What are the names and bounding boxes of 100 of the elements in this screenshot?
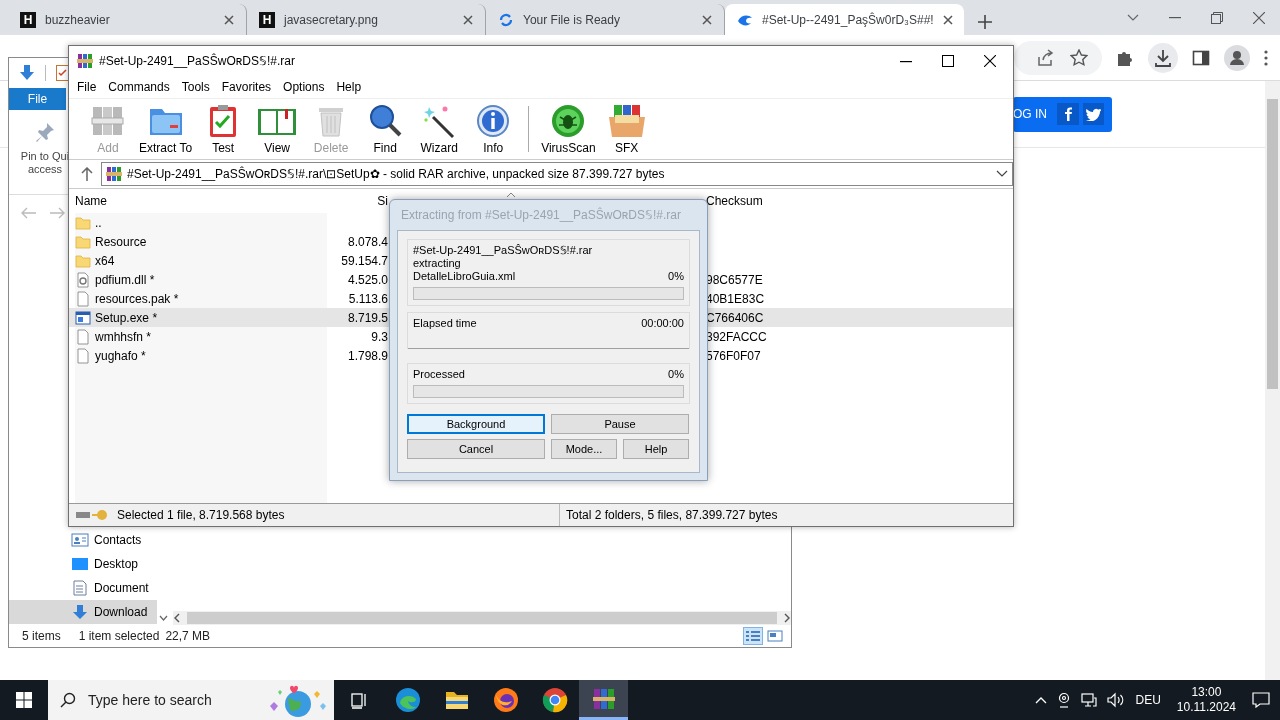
close-icon[interactable] [984, 55, 996, 67]
address-bar[interactable] [1014, 40, 1102, 75]
browser-tab[interactable]: H javasecretary.png [247, 4, 486, 35]
up-arrow-icon[interactable] [81, 167, 93, 181]
clock[interactable]: 13:00 10.11.2024 [1170, 685, 1242, 715]
toolbar-button[interactable]: Wizard [414, 103, 465, 155]
toolbar-button[interactable]: Find [360, 103, 411, 155]
pin-label[interactable]: access [27, 163, 63, 176]
percent-text: 0% [668, 270, 684, 283]
caret-left-icon[interactable] [173, 613, 181, 623]
menu-item[interactable]: Commands [102, 80, 176, 94]
table-cell-text: 8.078.4 [346, 234, 388, 249]
status-text: 22,7 MB [165, 629, 211, 643]
chevron-down-icon[interactable] [158, 615, 168, 621]
column-header[interactable]: Name [75, 194, 327, 208]
file-name[interactable]: .. [95, 215, 102, 230]
table-cell-text: 5.113.6 [347, 291, 388, 306]
table-cell-text: 98C6577E [706, 272, 764, 287]
dialog-button[interactable]: Pause [551, 414, 689, 434]
gear-file-icon [75, 271, 91, 288]
column-header[interactable]: Checksum [706, 194, 776, 208]
file-name[interactable]: x64 [95, 253, 115, 268]
notification-icon[interactable] [1252, 692, 1270, 708]
edge-icon[interactable] [394, 687, 421, 713]
scrollbar[interactable] [173, 611, 791, 625]
details-view-icon [745, 629, 761, 643]
tiles-view-icon[interactable] [767, 629, 783, 643]
contact-card-icon [71, 532, 89, 548]
nav-item[interactable]: Desktop [9, 552, 157, 576]
dialog-button[interactable]: Help [623, 439, 689, 459]
pin-label[interactable]: Pin to Qui [20, 150, 70, 163]
windows-icon[interactable] [16, 692, 32, 708]
status-text: 5 items [22, 629, 61, 643]
menu-item[interactable]: Favorites [215, 80, 278, 94]
firefox-icon[interactable] [492, 687, 519, 713]
toolbar-button[interactable]: View [252, 103, 303, 155]
file-name[interactable]: resources.pak * [95, 291, 179, 306]
network-icon[interactable] [1081, 692, 1098, 708]
browser-tab[interactable]: H buzzheavier [8, 4, 247, 35]
path-field[interactable]: #Set-Up-2491__PaSŜwOʀDS𝕊!#.rar\⊡SetUp✿ - solid RAR archive, unpacked size 87.399.727 bytes [101, 162, 1013, 186]
chevron-down-icon[interactable] [1127, 13, 1139, 22]
bird-icon[interactable] [1082, 103, 1104, 125]
letter-f-icon[interactable] [1057, 103, 1079, 125]
caret-right-icon[interactable] [783, 613, 791, 623]
column-header[interactable]: Si [327, 194, 388, 208]
menu-item[interactable]: Tools [175, 80, 216, 94]
toolbar-button[interactable]: Info [468, 103, 519, 155]
toolbar-button[interactable]: VirusScan [539, 103, 598, 155]
share-icon[interactable] [1036, 48, 1054, 67]
profile-icon[interactable] [1224, 44, 1250, 71]
file-name[interactable]: yughafo * [95, 348, 146, 363]
action-text: extracting [413, 257, 462, 270]
details-view-button[interactable] [743, 627, 763, 645]
browser-tab[interactable]: #Set-Up--2491_PaşŜw0rD₃S##! [725, 4, 964, 35]
search-field[interactable]: Type here to search [86, 691, 250, 709]
caret-up-icon[interactable] [1035, 696, 1048, 704]
dialog-button[interactable]: Background [407, 414, 545, 434]
dialog-button[interactable]: Mode... [551, 439, 617, 459]
close-icon[interactable] [942, 14, 953, 25]
nav-item[interactable]: Document [9, 576, 157, 600]
table-cell-text: 8.719.5 [346, 310, 388, 325]
download-icon[interactable] [1154, 48, 1172, 67]
nav-item[interactable]: Download [9, 600, 157, 624]
speaker-icon[interactable] [1107, 692, 1126, 708]
dialog-button[interactable]: Cancel [407, 439, 545, 459]
language-indicator[interactable]: DEU [1135, 693, 1161, 707]
file-icon [75, 328, 91, 345]
chrome-icon[interactable] [541, 687, 568, 713]
menu-icon[interactable] [1264, 49, 1268, 66]
file-name[interactable]: Resource [95, 234, 147, 249]
menu-item[interactable]: File [71, 80, 103, 94]
restore-icon[interactable] [1211, 11, 1223, 24]
menu-item[interactable]: Help [330, 80, 368, 94]
ribbon-tab[interactable]: File [9, 88, 66, 110]
menu-item[interactable]: Options [277, 80, 331, 94]
loading-icon [498, 11, 514, 28]
file-name[interactable]: Setup.exe * [95, 310, 158, 325]
star-icon[interactable] [1070, 48, 1088, 67]
search-box[interactable]: Type here to search [48, 680, 334, 720]
table-cell-text: 40B1E83C [706, 291, 766, 306]
download-arrow-icon[interactable] [19, 65, 35, 81]
file-name[interactable]: wmhhsfn * [95, 329, 152, 344]
toolbar-button[interactable]: Test [198, 103, 249, 155]
status-text: 1 item selected [78, 629, 160, 643]
maximize-icon[interactable] [942, 55, 954, 67]
chevron-down-icon [996, 170, 1008, 178]
table-cell-text: 576F0F07 [706, 348, 762, 363]
toolbar-button[interactable]: Extract To [137, 103, 195, 155]
plus-icon[interactable] [978, 15, 992, 29]
scrollbar[interactable] [1265, 81, 1280, 680]
side-panel-icon[interactable] [1192, 48, 1210, 67]
status-text: Total 2 folders, 5 files, 87.399.727 bytes [565, 508, 778, 522]
task-view-icon[interactable] [348, 690, 369, 710]
login-link[interactable]: OG IN [1013, 107, 1048, 121]
file-name[interactable]: pdfium.dll * [95, 272, 155, 287]
toolbar-button[interactable]: SFX [601, 103, 652, 155]
nav-item[interactable]: Contacts [9, 528, 157, 552]
folder-icon [75, 233, 91, 250]
search-icon [60, 692, 76, 708]
webcam-icon[interactable] [1057, 692, 1072, 708]
